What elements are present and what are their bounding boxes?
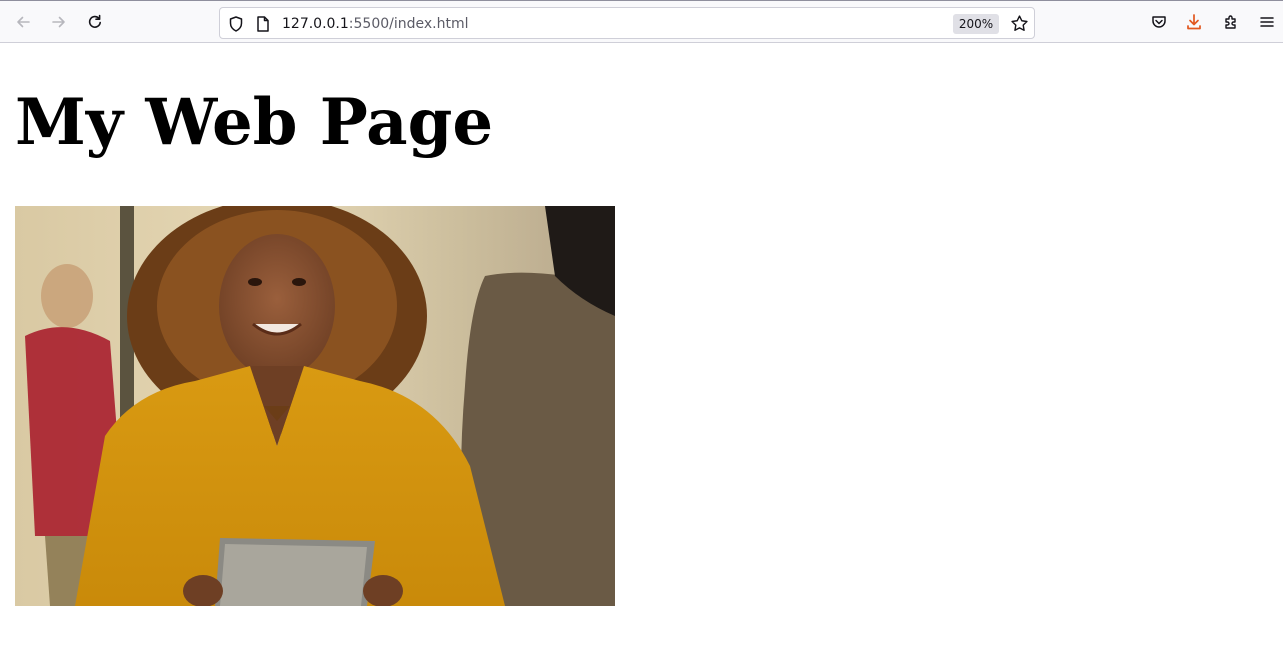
star-icon[interactable] (1010, 14, 1029, 37)
forward-button[interactable] (46, 9, 72, 35)
extensions-button[interactable] (1218, 9, 1244, 35)
puzzle-icon (1222, 13, 1240, 31)
shield-icon[interactable] (227, 15, 245, 37)
page-icon[interactable] (255, 15, 271, 37)
pocket-button[interactable] (1146, 9, 1172, 35)
browser-toolbar: 127.0.0.1:5500/index.html 200% (0, 0, 1283, 43)
zoom-level-button[interactable]: 200% (953, 14, 999, 34)
arrow-right-icon (50, 13, 68, 31)
pocket-icon (1150, 13, 1168, 31)
back-button[interactable] (10, 9, 36, 35)
reload-button[interactable] (82, 9, 108, 35)
arrow-left-icon (14, 13, 32, 31)
app-menu-button[interactable] (1254, 9, 1280, 35)
downloads-button[interactable] (1181, 9, 1207, 35)
download-icon (1185, 13, 1203, 31)
page-title: My Web Page (15, 85, 494, 160)
hero-image (15, 206, 615, 606)
url-host: 127.0.0.1 (282, 16, 349, 32)
address-bar[interactable]: 127.0.0.1:5500/index.html 200% (219, 7, 1035, 39)
hamburger-menu-icon (1259, 14, 1275, 30)
url-text[interactable]: 127.0.0.1:5500/index.html (282, 15, 469, 33)
url-path: :5500/index.html (348, 16, 469, 32)
reload-icon (86, 13, 104, 31)
